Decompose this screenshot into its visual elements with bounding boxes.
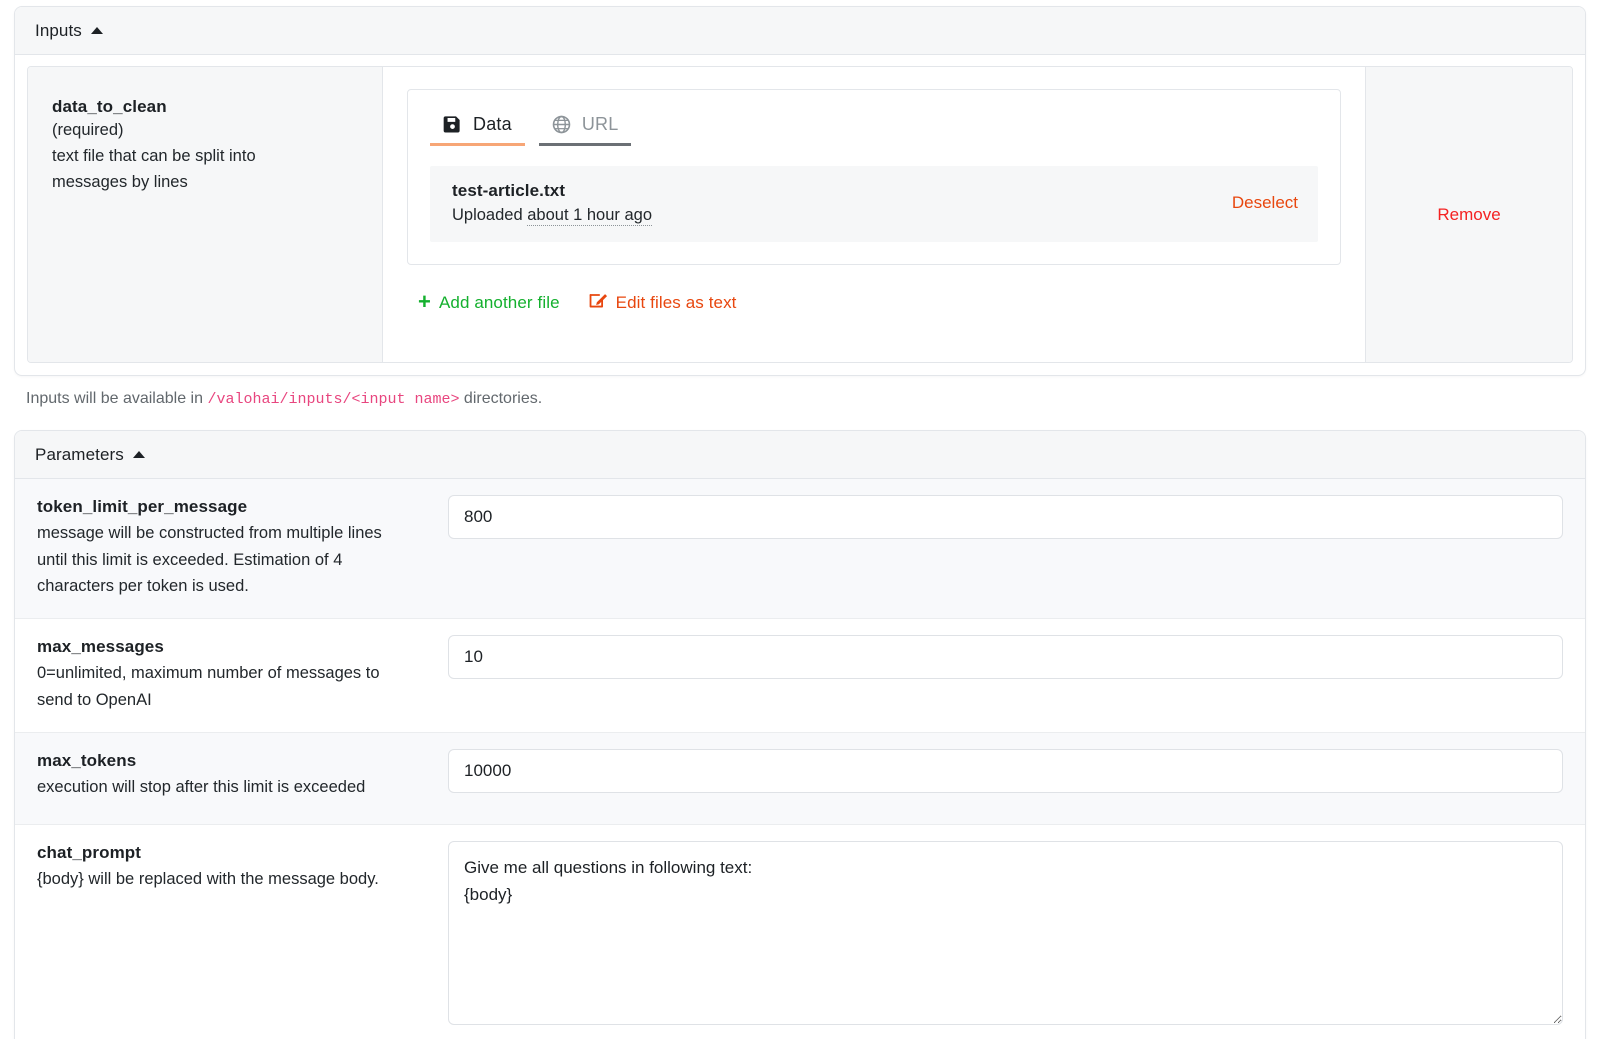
input-required-label: (required) — [52, 121, 124, 139]
globe-icon — [552, 115, 571, 134]
parameters-section-header[interactable]: Parameters — [15, 431, 1585, 479]
parameter-meta: chat_prompt {body} will be replaced with… — [15, 825, 436, 1039]
tab-url-label: URL — [581, 114, 619, 134]
inputs-note-path: /valohai/inputs/<input name> — [207, 391, 460, 408]
parameter-description: {body} will be replaced with the message… — [37, 869, 379, 888]
parameter-row: chat_prompt {body} will be replaced with… — [15, 824, 1585, 1039]
token-limit-per-message-input[interactable] — [448, 495, 1563, 539]
parameters-card: Parameters token_limit_per_message messa… — [14, 430, 1586, 1039]
parameter-row: token_limit_per_message message will be … — [15, 479, 1585, 620]
file-source-tabs: Data URL — [430, 108, 1318, 146]
caret-up-icon — [90, 27, 103, 34]
parameter-field: Give me all questions in following text:… — [436, 825, 1585, 1039]
inputs-body: data_to_clean (required) text file that … — [15, 55, 1585, 375]
run-configuration-page: Inputs data_to_clean (required) text fil… — [0, 0, 1600, 1039]
floppy-disk-icon — [443, 115, 462, 134]
parameter-name: max_messages — [37, 637, 164, 657]
file-source-box: Data URL test-article.txt Uploaded about… — [407, 89, 1341, 265]
uploaded-prefix: Uploaded — [452, 206, 528, 224]
parameter-meta: max_messages 0=unlimited, maximum number… — [15, 619, 436, 731]
input-meta: data_to_clean (required) text file that … — [28, 67, 383, 362]
tab-data-label: Data — [473, 114, 512, 134]
parameter-name: chat_prompt — [37, 842, 142, 862]
file-actions: + Add another file Edit files as text — [407, 265, 1341, 315]
edit-files-as-text-label: Edit files as text — [615, 293, 737, 312]
input-content: Data URL test-article.txt Uploaded about… — [383, 67, 1365, 362]
add-another-file-label: Add another file — [438, 293, 560, 312]
deselect-button[interactable]: Deselect — [1232, 193, 1298, 213]
uploaded-relative-time[interactable]: about 1 hour ago — [527, 206, 653, 226]
parameters-body: token_limit_per_message message will be … — [15, 479, 1585, 1039]
caret-up-icon — [132, 451, 145, 458]
inputs-note: Inputs will be available in /valohai/inp… — [14, 376, 1586, 424]
add-another-file-button[interactable]: + Add another file — [418, 289, 560, 314]
parameter-name: max_tokens — [37, 750, 137, 770]
parameter-description: execution will stop after this limit is … — [37, 777, 366, 796]
edit-files-as-text-button[interactable]: Edit files as text — [589, 291, 737, 315]
edit-square-icon — [589, 291, 608, 315]
chat-prompt-textarea[interactable]: Give me all questions in following text:… — [448, 840, 1563, 1025]
inputs-note-prefix: Inputs will be available in — [26, 390, 208, 407]
file-upload-status: Uploaded about 1 hour ago — [452, 206, 653, 226]
parameter-meta: token_limit_per_message message will be … — [15, 479, 436, 618]
parameter-name: token_limit_per_message — [37, 497, 248, 516]
parameter-field — [436, 733, 1585, 824]
selected-file-info: test-article.txt Uploaded about 1 hour a… — [452, 181, 653, 226]
parameter-description: 0=unlimited, maximum number of messages … — [37, 664, 380, 709]
max-tokens-input[interactable] — [448, 748, 1563, 793]
parameter-field — [436, 479, 1585, 618]
parameter-meta: max_tokens execution will stop after thi… — [15, 733, 436, 824]
tab-url[interactable]: URL — [538, 108, 632, 146]
inputs-section-title: Inputs — [35, 20, 82, 40]
parameter-description: message will be constructed from multipl… — [37, 524, 382, 596]
inputs-card: Inputs data_to_clean (required) text fil… — [14, 6, 1586, 376]
input-name: data_to_clean — [52, 97, 167, 116]
inputs-section-header[interactable]: Inputs — [15, 7, 1585, 55]
parameter-field — [436, 619, 1585, 731]
parameter-row: max_messages 0=unlimited, maximum number… — [15, 619, 1585, 733]
parameter-row: max_tokens execution will stop after thi… — [15, 732, 1585, 825]
file-name: test-article.txt — [452, 181, 566, 200]
input-definition-row: data_to_clean (required) text file that … — [27, 66, 1573, 363]
parameters-section-title: Parameters — [35, 444, 124, 464]
inputs-note-suffix: directories. — [459, 390, 543, 407]
input-description: text file that can be split into message… — [52, 147, 256, 191]
tab-data[interactable]: Data — [430, 108, 525, 146]
remove-input-button[interactable]: Remove — [1437, 205, 1500, 225]
selected-file-row: test-article.txt Uploaded about 1 hour a… — [430, 166, 1318, 242]
remove-cell: Remove — [1365, 67, 1572, 362]
plus-icon: + — [418, 289, 431, 314]
max-messages-input[interactable] — [448, 635, 1563, 680]
